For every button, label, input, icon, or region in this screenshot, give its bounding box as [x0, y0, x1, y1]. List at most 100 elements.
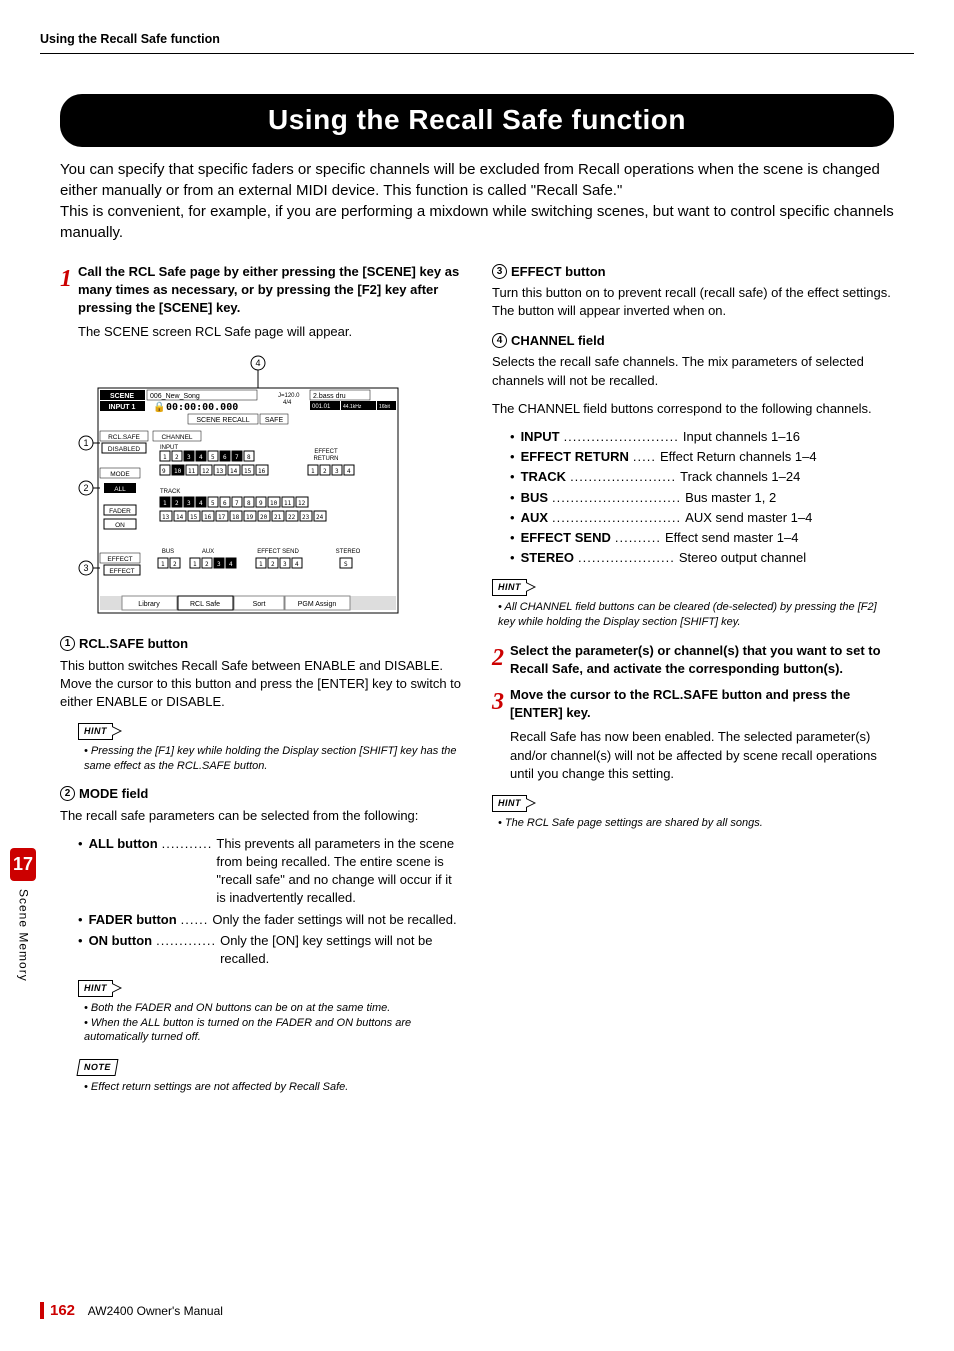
list-item: STEREO.....................Stereo output… — [510, 549, 894, 567]
lcd-screenshot: 4 SCENE INPUT 1 006_New_Song 🔒 00:00:00.… — [78, 353, 462, 623]
svg-text:10: 10 — [174, 468, 182, 475]
chapter-name: Scene Memory — [15, 889, 32, 982]
svg-text:9: 9 — [162, 468, 166, 475]
page-number: 162 — [40, 1302, 75, 1319]
svg-text:2: 2 — [323, 468, 327, 475]
svg-text:8: 8 — [247, 500, 251, 507]
svg-text:1: 1 — [259, 561, 263, 568]
note-label: NOTE — [77, 1059, 119, 1076]
svg-text:2: 2 — [83, 483, 88, 493]
svg-text:SCENE RECALL: SCENE RECALL — [196, 417, 249, 424]
svg-text:3: 3 — [283, 561, 287, 568]
section-1-head: 1RCL.SAFE button — [60, 635, 462, 653]
svg-text:EFFECT: EFFECT — [314, 449, 338, 455]
intro-p1: You can specify that specific faders or … — [60, 159, 894, 201]
hint-label: HINT — [78, 723, 113, 740]
step-1-body: The SCENE screen RCL Safe page will appe… — [78, 323, 462, 341]
section-title-band: Using the Recall Safe function — [60, 94, 894, 147]
hint-label: HINT — [78, 980, 113, 997]
left-column: 1 Call the RCL Safe page by either press… — [60, 263, 462, 1107]
svg-text:001.01: 001.01 — [312, 404, 331, 410]
svg-text:ON: ON — [115, 522, 125, 529]
right-column: 3 EFFECT button Turn this button on to pr… — [492, 263, 894, 1107]
page-footer: 162 AW2400 Owner's Manual — [40, 1300, 223, 1321]
chapter-number: 17 — [10, 848, 36, 881]
svg-text:2: 2 — [205, 561, 209, 568]
svg-text:EFFECT SEND: EFFECT SEND — [257, 549, 299, 555]
svg-text:1: 1 — [83, 438, 88, 448]
intro-text: You can specify that specific faders or … — [60, 159, 894, 243]
svg-text:5: 5 — [211, 500, 215, 507]
list-item: TRACK.......................Track channe… — [510, 468, 894, 486]
svg-text:RCL Safe: RCL Safe — [190, 601, 220, 608]
svg-text:9: 9 — [259, 500, 263, 507]
hint-label: HINT — [492, 795, 527, 812]
hint-1-text: Pressing the [F1] key while holding the … — [78, 744, 462, 774]
hint-label: HINT — [492, 579, 527, 596]
svg-text:16: 16 — [204, 514, 212, 521]
svg-text:4: 4 — [229, 561, 233, 568]
svg-text:13: 13 — [162, 514, 170, 521]
hint-2: HINT Both the FADER and ON buttons can b… — [78, 978, 462, 1045]
section-3-title: EFFECT button — [511, 264, 606, 279]
svg-text:6: 6 — [223, 454, 227, 461]
step-3: 3 Move the cursor to the RCL.SAFE button… — [492, 686, 894, 722]
section-4-body1: Selects the recall safe channels. The mi… — [492, 353, 894, 389]
svg-text:4: 4 — [199, 454, 203, 461]
section-2-title: MODE field — [79, 786, 148, 801]
step-number-2: 2 — [492, 642, 510, 678]
svg-text:7: 7 — [235, 454, 239, 461]
list-item: EFFECT RETURN.....Effect Return channels… — [510, 448, 894, 466]
svg-text:Library: Library — [138, 601, 160, 608]
svg-text:STEREO: STEREO — [336, 549, 361, 555]
svg-text:RCL.SAFE: RCL.SAFE — [108, 434, 140, 441]
running-title: Using the Recall Safe function — [40, 32, 220, 46]
hint-3-text: All CHANNEL field buttons can be cleared… — [492, 600, 894, 630]
svg-text:BUS: BUS — [162, 549, 174, 555]
svg-text:🔒: 🔒 — [153, 401, 165, 413]
manual-title: AW2400 Owner's Manual — [88, 1304, 223, 1318]
svg-text:3: 3 — [217, 561, 221, 568]
svg-text:3: 3 — [187, 500, 191, 507]
svg-text:14: 14 — [230, 468, 238, 475]
svg-text:TRACK: TRACK — [160, 489, 180, 495]
svg-text:5: 5 — [211, 454, 215, 461]
section-3-body: Turn this button on to prevent recall (r… — [492, 284, 894, 320]
step-3-head: Move the cursor to the RCL.SAFE button a… — [510, 686, 894, 722]
step-2: 2 Select the parameter(s) or channel(s) … — [492, 642, 894, 678]
section-4-body2: The CHANNEL field buttons correspond to … — [492, 400, 894, 418]
svg-text:16: 16 — [258, 468, 266, 475]
chapter-tab: 17 Scene Memory — [8, 848, 38, 982]
hint-3: HINT All CHANNEL field buttons can be cl… — [492, 577, 894, 629]
svg-text:SAFE: SAFE — [265, 417, 284, 424]
svg-text:006_New_Song: 006_New_Song — [150, 393, 200, 400]
svg-text:24: 24 — [316, 514, 324, 521]
note-1: NOTE Effect return settings are not affe… — [78, 1057, 462, 1094]
svg-text:4: 4 — [199, 500, 203, 507]
circled-3-icon: 3 — [492, 264, 507, 279]
hint-1: HINT Pressing the [F1] key while holding… — [78, 721, 462, 773]
list-item: EFFECT SEND..........Effect send master … — [510, 529, 894, 547]
svg-text:2: 2 — [175, 454, 179, 461]
list-item: BUS............................Bus maste… — [510, 489, 894, 507]
svg-text:EFFECT: EFFECT — [107, 556, 132, 563]
list-item: ALL button...........This prevents all p… — [78, 835, 462, 908]
callout-4: 4 — [255, 358, 260, 368]
svg-text:11: 11 — [188, 468, 196, 475]
svg-text:3: 3 — [83, 563, 88, 573]
svg-text:16bit: 16bit — [379, 404, 390, 410]
step-1-head: Call the RCL Safe page by either pressin… — [78, 263, 462, 318]
svg-text:11: 11 — [284, 500, 292, 507]
svg-text:20: 20 — [260, 514, 268, 521]
hint-4: HINT The RCL Safe page settings are shar… — [492, 793, 894, 830]
svg-text:13: 13 — [216, 468, 224, 475]
svg-text:23: 23 — [302, 514, 310, 521]
svg-text:2: 2 — [175, 500, 179, 507]
svg-text:CHANNEL: CHANNEL — [161, 434, 192, 441]
svg-text:Sort: Sort — [253, 601, 266, 608]
svg-text:ALL: ALL — [114, 486, 126, 493]
mode-list: ALL button...........This prevents all p… — [78, 835, 462, 968]
step-number-3: 3 — [492, 686, 510, 722]
section-3-head: 3 EFFECT button — [492, 263, 894, 281]
svg-text:1: 1 — [163, 454, 167, 461]
